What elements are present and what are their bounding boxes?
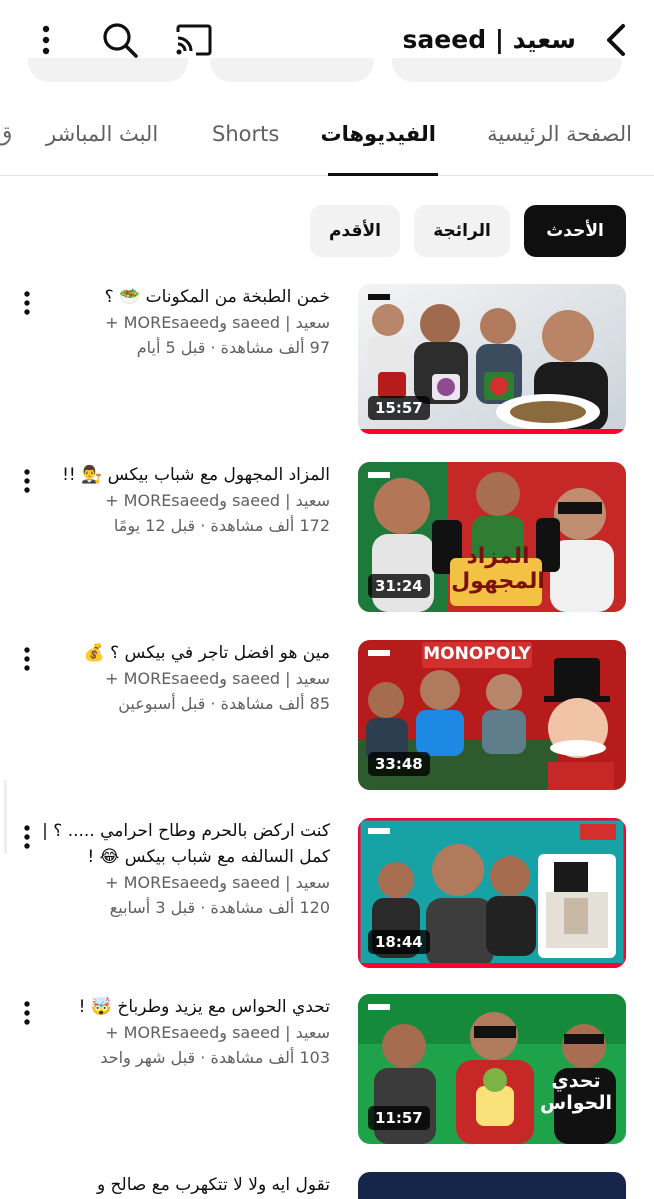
- video-menu-button[interactable]: [16, 644, 38, 674]
- video-title[interactable]: تقول ايه ولا لا تتكهرب مع صالح و: [40, 1172, 330, 1198]
- more-vert-icon: [24, 647, 30, 671]
- video-title[interactable]: المزاد المجهول مع شباب بيكس 👨‍⚖️ !!: [40, 462, 330, 488]
- video-duration: 15:57: [368, 396, 430, 420]
- video-duration: 18:44: [368, 930, 430, 954]
- tab-home[interactable]: الصفحة الرئيسية: [487, 122, 632, 146]
- more-options-button[interactable]: [24, 18, 68, 62]
- video-meta: كنت اركض بالحرم وطاح احرامي ..... ؟ | كم…: [40, 818, 330, 920]
- thumbnail-text: المزاد المجهول: [451, 544, 545, 594]
- video-channel: سعيد | saeed وMOREsaeed +: [105, 313, 330, 332]
- cast-button[interactable]: [172, 18, 216, 62]
- video-channel: سعيد | saeed وMOREsaeed +: [105, 1023, 330, 1042]
- thumbnail-text: تحدي الحواس: [540, 1070, 612, 1114]
- tab-videos[interactable]: الفيديوهات: [321, 122, 437, 146]
- sort-chip-popular[interactable]: الرائجة: [414, 205, 510, 257]
- more-vert-icon: [42, 25, 50, 55]
- video-meta: مين هو افضل تاجر في بيكس ؟ 💰 سعيد | saee…: [40, 640, 330, 716]
- video-meta: خمن الطبخة من المكونات 🥗 ؟ سعيد | saeed …: [40, 284, 330, 360]
- video-thumbnail[interactable]: تحدي الحواس 11:57: [358, 994, 626, 1144]
- video-meta: تقول ايه ولا لا تتكهرب مع صالح و: [40, 1172, 330, 1198]
- active-tab-indicator: [328, 173, 438, 176]
- cast-icon: [176, 24, 212, 56]
- video-stats: 120 ألف مشاهدة · قبل 3 أسابيع: [109, 898, 330, 917]
- search-icon: [103, 23, 138, 58]
- channel-title: سعيد | saeed: [402, 25, 576, 54]
- video-item[interactable]: MONOPOLY 33:48 مين هو افضل تاجر في بيكس …: [0, 640, 654, 792]
- video-stats: 172 ألف مشاهدة · قبل 12 يومًا: [113, 516, 330, 535]
- video-title[interactable]: مين هو افضل تاجر في بيكس ؟ 💰: [40, 640, 330, 666]
- video-item[interactable]: 15:57 خمن الطبخة من المكونات 🥗 ؟ سعيد | …: [0, 284, 654, 436]
- video-menu-button[interactable]: [16, 822, 38, 852]
- tab-partial[interactable]: ق: [0, 122, 12, 146]
- video-meta: المزاد المجهول مع شباب بيكس 👨‍⚖️ !! سعيد…: [40, 462, 330, 538]
- video-stats: 103 ألف مشاهدة · قبل شهر واحد: [100, 1048, 330, 1067]
- sort-chip-oldest[interactable]: الأقدم: [310, 205, 400, 257]
- back-button[interactable]: [596, 18, 636, 62]
- header-chips-peek: [0, 58, 654, 88]
- video-menu-button[interactable]: [16, 998, 38, 1028]
- peek-chip[interactable]: [28, 58, 188, 82]
- video-thumbnail[interactable]: MONOPOLY 33:48: [358, 640, 626, 790]
- video-stats: 85 ألف مشاهدة · قبل أسبوعين: [118, 694, 330, 713]
- video-thumbnail[interactable]: 18:44: [358, 818, 626, 968]
- video-duration: 33:48: [368, 752, 430, 776]
- video-item[interactable]: 18:44 كنت اركض بالحرم وطاح احرامي ..... …: [0, 818, 654, 970]
- video-duration: 11:57: [368, 1106, 430, 1130]
- video-menu-button[interactable]: [16, 288, 38, 318]
- channel-tabs: الصفحة الرئيسية الفيديوهات Shorts البث ا…: [0, 100, 654, 176]
- watch-progress-bar: [358, 963, 626, 968]
- scroll-indicator[interactable]: [4, 780, 7, 854]
- video-channel: سعيد | saeed وMOREsaeed +: [105, 491, 330, 510]
- video-duration: 31:24: [368, 574, 430, 598]
- chevron-left-icon: [607, 24, 625, 56]
- video-title[interactable]: خمن الطبخة من المكونات 🥗 ؟: [40, 284, 330, 310]
- video-meta: تحدي الحواس مع يزيد وطرباخ 🤯 ! سعيد | sa…: [40, 994, 330, 1070]
- video-thumbnail[interactable]: المزاد المجهول 31:24: [358, 462, 626, 612]
- watch-progress-bar: [358, 429, 626, 434]
- thumbnail-text: MONOPOLY: [423, 644, 531, 664]
- video-thumbnail[interactable]: 15:57: [358, 284, 626, 434]
- more-vert-icon: [24, 1001, 30, 1025]
- video-stats: 97 ألف مشاهدة · قبل 5 أيام: [136, 338, 330, 357]
- video-title[interactable]: تحدي الحواس مع يزيد وطرباخ 🤯 !: [40, 994, 330, 1020]
- more-vert-icon: [24, 825, 30, 849]
- video-title[interactable]: كنت اركض بالحرم وطاح احرامي ..... ؟ | كم…: [40, 818, 330, 870]
- sort-chip-latest[interactable]: الأحدث: [524, 205, 626, 257]
- more-vert-icon: [24, 469, 30, 493]
- tab-live[interactable]: البث المباشر: [46, 122, 158, 146]
- search-button[interactable]: [98, 18, 142, 62]
- video-channel: سعيد | saeed وMOREsaeed +: [105, 873, 330, 892]
- video-menu-button[interactable]: [16, 466, 38, 496]
- video-item[interactable]: المزاد المجهول 31:24 المزاد المجهول مع ش…: [0, 462, 654, 614]
- video-item[interactable]: تحدي الحواس 11:57 تحدي الحواس مع يزيد وط…: [0, 994, 654, 1146]
- video-thumbnail[interactable]: [358, 1172, 626, 1199]
- more-vert-icon: [24, 291, 30, 315]
- peek-chip[interactable]: [392, 58, 622, 82]
- video-channel: سعيد | saeed وMOREsaeed +: [105, 669, 330, 688]
- tab-shorts[interactable]: Shorts: [212, 122, 279, 146]
- peek-chip[interactable]: [210, 58, 374, 82]
- video-item[interactable]: تقول ايه ولا لا تتكهرب مع صالح و: [0, 1172, 654, 1199]
